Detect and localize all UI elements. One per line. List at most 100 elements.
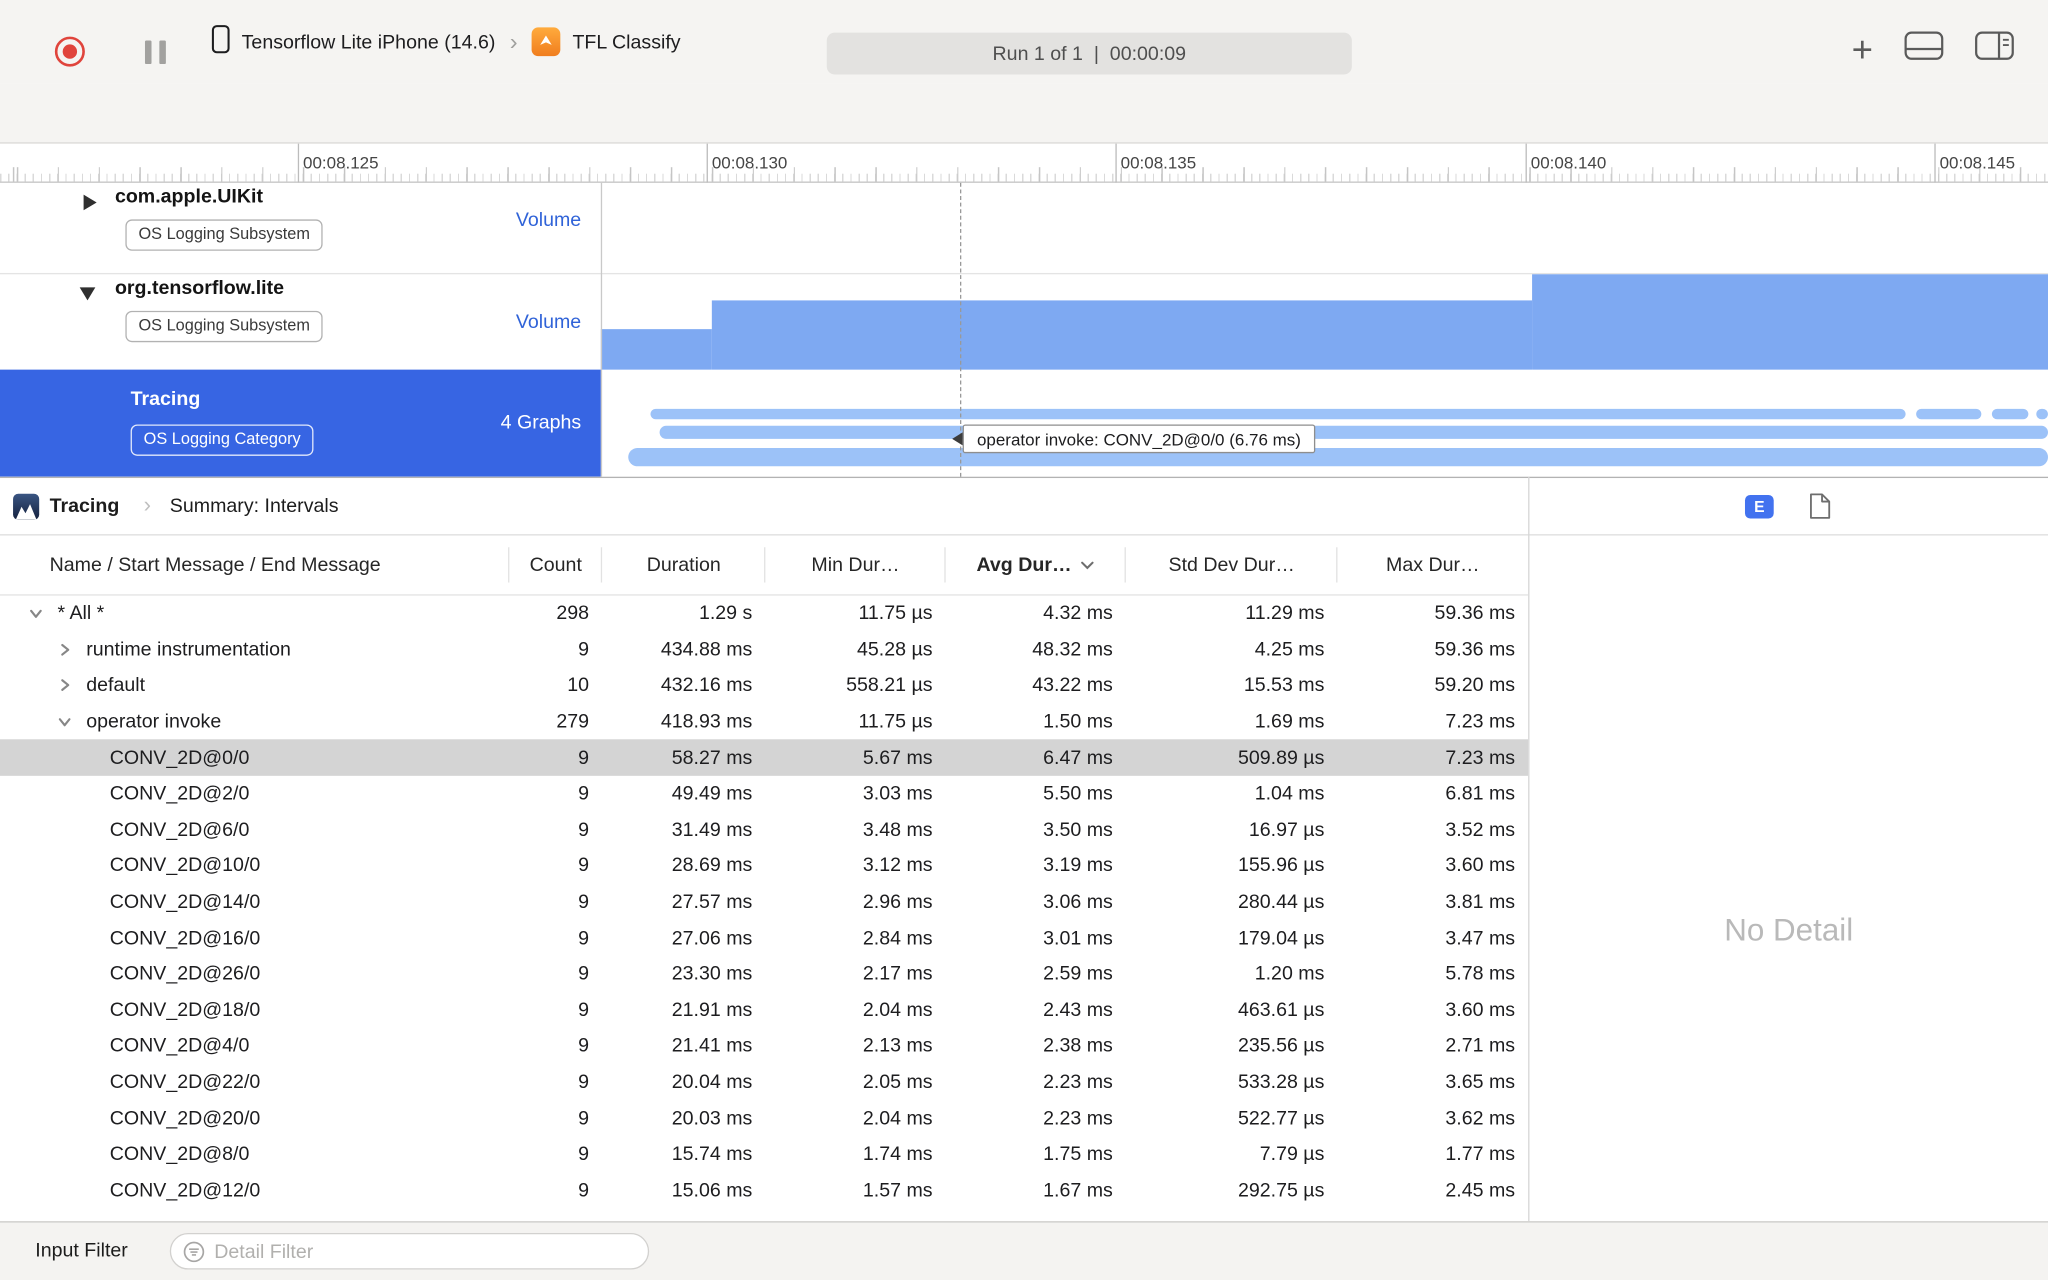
volume-bar <box>711 300 1533 370</box>
cell-std: 1.04 ms <box>1254 782 1325 805</box>
interval-bar[interactable] <box>650 408 1906 420</box>
cell-count: 9 <box>578 1107 590 1130</box>
cell-std: 1.69 ms <box>1254 710 1325 733</box>
input-filter-label: Input Filter <box>35 1239 128 1262</box>
table-row[interactable]: CONV_2D@0/0 9 58.27 ms 5.67 ms 6.47 ms 509.89… <box>0 739 1529 776</box>
detail-filter-input[interactable] <box>171 1234 648 1269</box>
cell-std: 16.97 µs <box>1248 818 1325 841</box>
table-row[interactable]: CONV_2D@12/0 9 15.06 ms 1.57 ms 1.67 ms 292.7… <box>0 1172 1528 1208</box>
column-header[interactable]: Duration <box>602 536 766 595</box>
interval-bar[interactable] <box>1991 408 2029 420</box>
toggle-right-pane-button[interactable] <box>1975 31 2014 66</box>
interval-bar[interactable] <box>659 425 2048 439</box>
cell-min: 2.04 ms <box>862 1107 933 1130</box>
column-header[interactable]: Avg Dur… <box>946 536 1126 595</box>
column-header[interactable]: Std Dev Dur… <box>1126 536 1338 595</box>
interval-bar[interactable] <box>628 448 2048 467</box>
cell-min: 2.96 ms <box>862 890 933 914</box>
toolbar: Tensorflow Lite iPhone (14.6) › TFL Clas… <box>0 0 2048 84</box>
cell-std: 280.44 µs <box>1237 890 1325 914</box>
cell-name: CONV_2D@16/0 <box>0 927 509 949</box>
table-row[interactable]: CONV_2D@10/0 9 28.69 ms 3.12 ms 3.19 ms 155.9… <box>0 848 1528 884</box>
disclosure-collapsed-icon[interactable] <box>83 194 97 211</box>
interval-bar[interactable] <box>2036 408 2048 420</box>
table-row[interactable]: default 10 432.16 ms 558.21 µs 43.22 ms 15.53… <box>0 668 1528 704</box>
cell-avg: 2.23 ms <box>1043 1071 1113 1094</box>
table-row[interactable]: CONV_2D@20/0 9 20.03 ms 2.04 ms 2.23 ms 522.7… <box>0 1100 1528 1136</box>
disclosure-expanded-icon[interactable] <box>50 715 79 729</box>
table-row[interactable]: CONV_2D@16/0 9 27.06 ms 2.84 ms 3.01 ms 179.0… <box>0 920 1528 956</box>
table-row[interactable]: CONV_2D@18/0 9 21.91 ms 2.04 ms 2.43 ms 463.6… <box>0 992 1528 1028</box>
breadcrumb-tracing[interactable]: Tracing <box>50 495 120 517</box>
toggle-bottom-pane-button[interactable] <box>1904 31 1944 66</box>
cell-name: CONV_2D@26/0 <box>0 963 509 985</box>
cell-avg: 4.32 ms <box>1043 602 1113 625</box>
cell-std: 1.20 ms <box>1254 962 1325 986</box>
cell-name: CONV_2D@12/0 <box>0 1179 509 1201</box>
ruler-time-label: 00:08.145 <box>1934 143 2016 183</box>
row-name: CONV_2D@22/0 <box>109 1071 261 1094</box>
cell-avg: 3.19 ms <box>1043 854 1113 877</box>
column-header[interactable]: Count <box>509 536 603 595</box>
cell-std: 11.29 ms <box>1245 602 1325 625</box>
cell-min: 2.13 ms <box>862 1035 933 1058</box>
table-row[interactable]: CONV_2D@14/0 9 27.57 ms 2.96 ms 3.06 ms 280.4… <box>0 884 1528 920</box>
extended-detail-tab[interactable]: E <box>1744 495 1774 519</box>
cell-duration: 28.69 ms <box>671 854 753 877</box>
cell-avg: 3.50 ms <box>1043 818 1113 841</box>
instruments-window: Tensorflow Lite iPhone (14.6) › TFL Clas… <box>0 0 2048 1280</box>
cell-count: 9 <box>578 1071 590 1094</box>
cell-max: 7.23 ms <box>1445 710 1516 733</box>
cell-max: 5.78 ms <box>1445 962 1516 986</box>
document-inspector-icon[interactable] <box>1809 492 1831 526</box>
column-header[interactable]: Min Dur… <box>765 536 946 595</box>
column-header[interactable]: Max Dur… <box>1337 536 1528 595</box>
disclosure-expanded-icon[interactable] <box>21 606 50 620</box>
breadcrumb-summary[interactable]: Summary: Intervals <box>170 495 339 517</box>
detail-filter-field[interactable] <box>169 1232 650 1270</box>
cell-duration: 58.27 ms <box>671 746 753 769</box>
pause-button[interactable] <box>144 40 166 64</box>
tracing-graph[interactable] <box>601 370 2048 477</box>
cell-name: runtime instrumentation <box>0 639 509 661</box>
cell-name: * All * <box>0 603 509 625</box>
column-header[interactable]: Name / Start Message / End Message <box>0 536 510 595</box>
track-row-tracing[interactable]: Tracing OS Logging Category 4 Graphs <box>0 369 601 477</box>
table-row[interactable]: * All * 298 1.29 s 11.75 µs 4.32 ms 11.29 ms 5… <box>0 596 1528 632</box>
cell-min: 2.04 ms <box>862 998 933 1022</box>
volume-graph[interactable] <box>600 274 2048 370</box>
cell-duration: 432.16 ms <box>660 674 753 697</box>
cell-min: 2.17 ms <box>862 962 933 986</box>
cell-name: CONV_2D@18/0 <box>0 999 509 1021</box>
disclosure-collapsed-icon[interactable] <box>50 679 79 693</box>
track-header-divider[interactable] <box>600 182 603 477</box>
sort-chevron-down-icon <box>1081 560 1095 569</box>
cell-avg: 2.38 ms <box>1043 1035 1113 1058</box>
cell-std: 4.25 ms <box>1254 638 1325 661</box>
cell-name: CONV_2D@0/0 <box>0 747 509 769</box>
table-row[interactable]: runtime instrumentation 9 434.88 ms 45.28 µ… <box>0 632 1528 668</box>
cell-name: CONV_2D@20/0 <box>0 1107 509 1129</box>
disclosure-expanded-icon[interactable] <box>79 287 96 301</box>
table-row[interactable]: operator invoke 279 418.93 ms 11.75 µs 1.50 … <box>0 704 1528 740</box>
timeline-ruler[interactable]: 00:08.125 00:08.130 00:08.135 00:08.140 00:0… <box>0 143 2048 183</box>
table-row[interactable]: CONV_2D@2/0 9 49.49 ms 3.03 ms 5.50 ms 1.04 m… <box>0 776 1528 812</box>
table-row[interactable]: CONV_2D@22/0 9 20.04 ms 2.05 ms 2.23 ms 533.2… <box>0 1064 1528 1100</box>
interval-bar[interactable] <box>1916 408 1982 420</box>
table-row[interactable]: CONV_2D@4/0 9 21.41 ms 2.13 ms 2.38 ms 235.56… <box>0 1028 1528 1064</box>
cell-min: 2.05 ms <box>862 1071 933 1094</box>
volume-bar <box>1532 274 2048 370</box>
disclosure-collapsed-icon[interactable] <box>50 642 79 656</box>
cell-count: 9 <box>578 746 590 769</box>
cell-count: 9 <box>578 926 590 950</box>
record-button[interactable] <box>54 36 85 67</box>
table-row[interactable]: CONV_2D@6/0 9 31.49 ms 3.48 ms 3.50 ms 16.97 … <box>0 812 1528 848</box>
table-row[interactable]: CONV_2D@26/0 9 23.30 ms 2.17 ms 2.59 ms 1.20 … <box>0 956 1528 992</box>
cell-name: operator invoke <box>0 711 509 733</box>
cell-min: 2.84 ms <box>862 926 933 950</box>
cell-count: 9 <box>578 1035 590 1058</box>
add-instrument-button[interactable]: + <box>1852 30 1873 67</box>
device-target-picker[interactable]: Tensorflow Lite iPhone (14.6) › TFL Clas… <box>211 24 681 61</box>
cell-std: 292.75 µs <box>1237 1179 1325 1202</box>
table-row[interactable]: CONV_2D@8/0 9 15.74 ms 1.74 ms 1.75 ms 7.79 µ… <box>0 1136 1528 1172</box>
